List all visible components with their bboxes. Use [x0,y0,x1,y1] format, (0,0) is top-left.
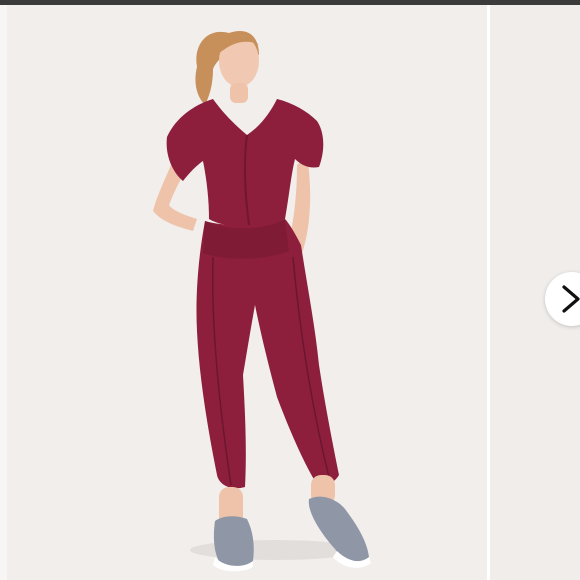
previous-slide-edge [0,5,7,580]
chevron-right-icon [562,285,580,313]
neck [230,83,248,103]
product-photo [153,31,371,572]
carousel-slide-main[interactable] [7,5,487,580]
shoe-left [213,516,254,568]
leggings [196,219,339,489]
image-carousel[interactable] [0,5,580,580]
